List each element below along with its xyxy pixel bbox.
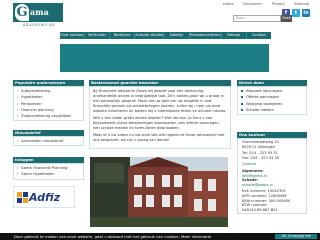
nav-actuele-situatie[interactable]: Actuele situatie — [135, 32, 165, 39]
cookie-accept-button[interactable]: OK, ik begrijp het — [275, 234, 317, 239]
popular-topics-box: Populaire onderwerpen Autoverzekering Hy… — [13, 80, 84, 122]
office-building-photo — [90, 157, 228, 227]
hero-banner — [60, 44, 269, 72]
newsletter-list: Aanmelden nieuwsbrief — [13, 136, 84, 147]
topic-zorgverzekering[interactable]: Zorgverzekering vergelijken — [16, 113, 81, 120]
login-list: Gama Financiele Planning Gama Hypotheken — [13, 163, 84, 180]
office-box: Ons kantoor Groenestraatweg 15 6524 CL N… — [237, 132, 307, 215]
nav-pensioencentrum[interactable]: Pensioencentrum — [190, 32, 222, 39]
top-nav: Home Disclaimer Privacy Sitemap — [223, 2, 309, 7]
twitter-icon[interactable]: t — [292, 9, 300, 17]
header: G ama ADVISEURS BV Home Disclaimer Priva… — [0, 0, 320, 30]
topnav-privacy[interactable]: Privacy — [272, 2, 285, 7]
logo[interactable]: G ama ADVISEURS BV — [13, 3, 63, 28]
adfiz-logo[interactable]: Adfiz — [13, 186, 75, 208]
nav-contact[interactable]: Contact — [247, 32, 271, 39]
topnav-disclaimer[interactable]: Disclaimer — [243, 2, 262, 7]
welcome-paragraph-2: Wilt u een nader gratis eerste regelen? … — [93, 116, 220, 130]
newsletter-signup-link[interactable]: Aanmelden nieuwsbrief — [16, 138, 81, 145]
cookie-message: Door gebruik te maken van onze website, … — [14, 234, 212, 239]
welcome-body: Bij Financieel adviseurs Grove wij gewaf… — [89, 86, 231, 149]
logo-letter: G — [15, 4, 29, 21]
login-hypotheken[interactable]: Gama Hypotheken — [16, 171, 81, 178]
direct-doen-box: Direct doen Afspraak aanvragen Offerte a… — [237, 80, 307, 116]
nav-over-kantoor[interactable]: Over kantoor — [60, 32, 86, 39]
welcome-paragraph-3: Maar of u uw zaken nu via onze site wilt… — [93, 133, 225, 142]
nav-particulier[interactable]: Particulier — [85, 32, 111, 39]
vat-number: BTW nummer: NL8144.69.667.B01 — [242, 203, 278, 212]
topnav-home[interactable]: Home — [223, 2, 234, 7]
action-schade-melden[interactable]: Schade melden — [240, 107, 304, 113]
direct-doen-list: Afspraak aanvragen Offerte aanvragen Wij… — [237, 86, 307, 116]
logo-mark: G ama — [13, 3, 63, 22]
popular-topics-list: Autoverzekering Hypotheken Pensioenen Fi… — [13, 86, 84, 122]
welcome-paragraph-1: Bij Financieel adviseurs Grove wij gewaf… — [93, 89, 227, 113]
topnav-sitemap[interactable]: Sitemap — [294, 2, 309, 7]
search-input[interactable]: Zoek... — [233, 15, 281, 22]
linkedin-icon[interactable]: in — [302, 9, 310, 17]
logo-subtitle: ADVISEURS BV — [23, 23, 56, 27]
newsletter-box: Nieuwsbrief Aanmelden nieuwsbrief — [13, 130, 84, 147]
building-illustration — [90, 157, 228, 227]
main-nav: Over kantoor Particulier Bedrijven Actue… — [60, 32, 271, 39]
adfiz-mark-icon — [17, 192, 28, 203]
adfiz-word: Adfiz — [29, 191, 61, 204]
nav-zakelijk[interactable]: Zakelijk — [164, 32, 190, 39]
office-details: Groenestraatweg 15 6524 CL Nijmegen Tel:… — [237, 138, 307, 215]
search-button[interactable]: Zoek — [281, 15, 292, 22]
login-box: Inloggen Gama Financiele Planning Gama H… — [13, 157, 84, 180]
nav-nieuws[interactable]: Nieuws — [222, 32, 247, 39]
cookie-bar: Door gebruik te maken van onze website, … — [0, 233, 320, 240]
welcome-box: Bestemmend geachte bezoeker Bij Financie… — [89, 80, 231, 149]
nav-bedrijven[interactable]: Bedrijven — [110, 32, 136, 39]
logo-word: ama — [30, 7, 49, 17]
